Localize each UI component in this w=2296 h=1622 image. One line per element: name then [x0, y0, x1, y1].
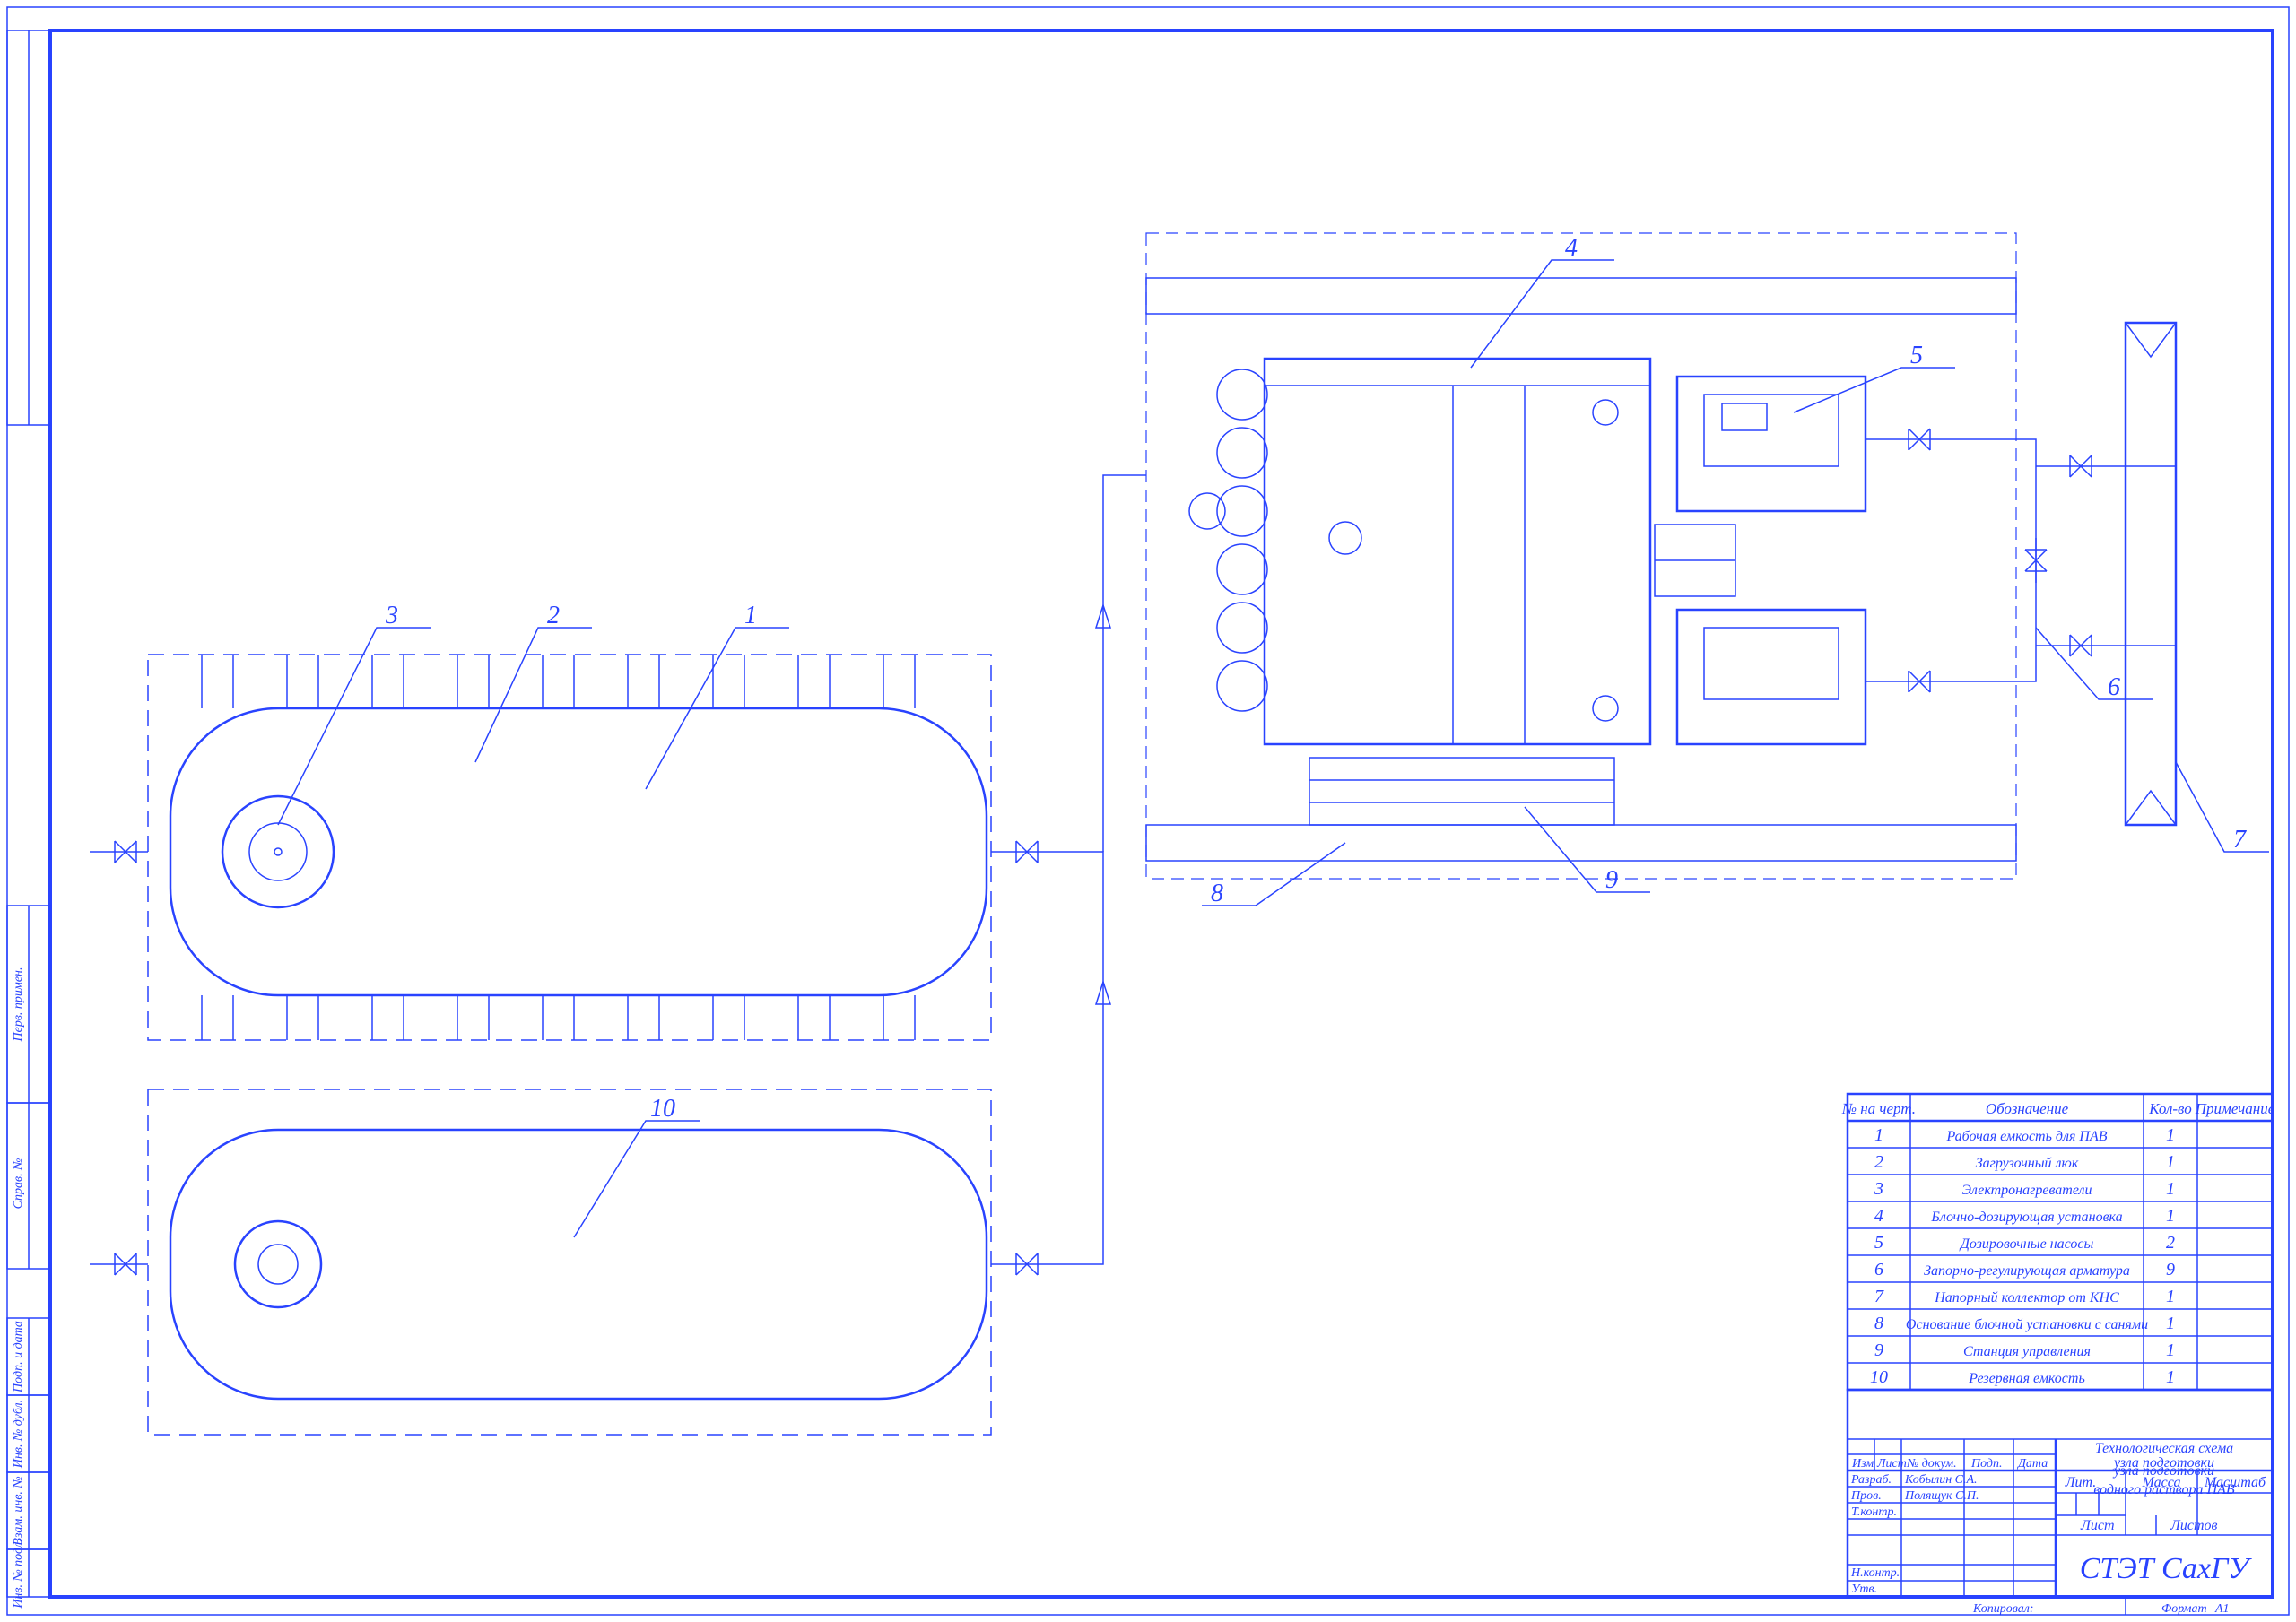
side-label: Инв. № подл.	[12, 1539, 25, 1609]
callout-9: 9	[1605, 866, 1618, 894]
bom-qty: 1	[2166, 1367, 2175, 1387]
r-razrab: Разраб.	[1850, 1473, 1892, 1487]
list: Лист	[2080, 1518, 2115, 1533]
r-nkontr: Н.контр.	[1850, 1566, 1900, 1580]
bom-qty: 1	[2166, 1179, 2175, 1199]
side-label: Перв. примен.	[12, 967, 25, 1043]
bom-no: 9	[1874, 1340, 1883, 1360]
org: СТЭТ СахГУ	[2080, 1552, 2253, 1585]
bom-qty: 1	[2166, 1287, 2175, 1306]
r-tkontr: Т.контр.	[1851, 1505, 1897, 1519]
lit: Лит.	[2065, 1475, 2097, 1490]
callout-7: 7	[2233, 826, 2247, 854]
side-label: Инв. № дубл.	[12, 1400, 25, 1469]
a1: А1	[2214, 1602, 2230, 1616]
bom-no: 8	[1874, 1314, 1883, 1333]
bom-qty: 1	[2166, 1314, 2175, 1333]
bom-des: Электронагреватели	[1961, 1183, 2092, 1198]
callout-2: 2	[547, 602, 560, 629]
r-izm: Изм	[1851, 1457, 1874, 1470]
bom-no: 6	[1874, 1260, 1883, 1279]
bom-qty: 9	[2166, 1260, 2175, 1279]
bom-qty: 1	[2166, 1125, 2175, 1145]
bom-des: Станция управления	[1963, 1344, 2091, 1359]
bom-no: 7	[1874, 1287, 1884, 1306]
bom-qty: 1	[2166, 1206, 2175, 1226]
bom-qty: 1	[2166, 1340, 2175, 1360]
r-prov: Пров.	[1850, 1489, 1882, 1503]
title-line1b: Технологическая схема	[2095, 1441, 2233, 1456]
callout-8: 8	[1211, 880, 1223, 907]
r-list: Лист	[1876, 1457, 1907, 1470]
name1: Кобылин С.А.	[1904, 1473, 1978, 1487]
r-podp: Подп.	[1970, 1457, 2003, 1470]
callout-3: 3	[385, 602, 398, 629]
bom-h-qty: Кол-во	[2148, 1100, 2191, 1117]
tank-10-reserve	[148, 1089, 991, 1435]
bom-des: Резервная емкость	[1968, 1371, 2084, 1386]
leaders	[278, 260, 2269, 1237]
bom-des: Напорный коллектор от КНС	[1934, 1290, 2119, 1305]
callout-5: 5	[1910, 342, 1923, 369]
bom-no: 3	[1874, 1179, 1883, 1199]
bom-h-no: № на черт.	[1841, 1100, 1916, 1117]
r-utv: Утв.	[1851, 1583, 1877, 1596]
bom-h-note: Примечание	[2195, 1100, 2275, 1117]
bom-des: Рабочая емкость для ПАВ	[1946, 1129, 2108, 1144]
bom-no: 5	[1874, 1233, 1883, 1253]
r-doc: № докум.	[1906, 1457, 1957, 1470]
side-label: Справ. №	[12, 1158, 25, 1210]
bom-des: Запорно-регулирующая арматура	[1924, 1263, 2130, 1279]
bom-no: 1	[1874, 1125, 1883, 1145]
title-line2b: узла подготовки	[2112, 1455, 2214, 1470]
bom-des: Дозировочные насосы	[1959, 1236, 2094, 1252]
callout-1: 1	[744, 602, 757, 629]
name2: Полящук С.П.	[1904, 1489, 1979, 1503]
listov: Листов	[2170, 1518, 2217, 1533]
callout-10: 10	[650, 1095, 675, 1123]
title-line3: водного раствора ПАВ	[2093, 1482, 2235, 1497]
riser-pipe	[1067, 475, 1146, 1264]
bom-no: 10	[1870, 1367, 1888, 1387]
bom-no: 2	[1874, 1152, 1883, 1172]
bom-des: Загрузочный люк	[1976, 1156, 2079, 1171]
callout-6: 6	[2108, 673, 2120, 701]
r-data: Дата	[2016, 1457, 2048, 1470]
bom-h-des: Обозначение	[1986, 1100, 2069, 1117]
tank-1-working	[148, 655, 991, 1040]
side-label: Взам. инв. №	[12, 1476, 25, 1545]
dosing-unit	[1146, 233, 2126, 879]
bom-qty: 1	[2166, 1152, 2175, 1172]
bom-qty: 2	[2166, 1233, 2175, 1253]
valve-icon	[90, 841, 1067, 1275]
format: Формат	[2161, 1602, 2207, 1616]
bom-des: Основание блочной установки с санями	[1906, 1317, 2148, 1332]
callout-4: 4	[1565, 234, 1578, 262]
side-label: Подп. и дата	[12, 1321, 25, 1393]
kop: Копировал:	[1972, 1602, 2034, 1616]
collector-pipe	[2126, 323, 2176, 825]
bom-no: 4	[1874, 1206, 1883, 1226]
bom-des: Блочно-дозирующая установка	[1930, 1210, 2122, 1225]
